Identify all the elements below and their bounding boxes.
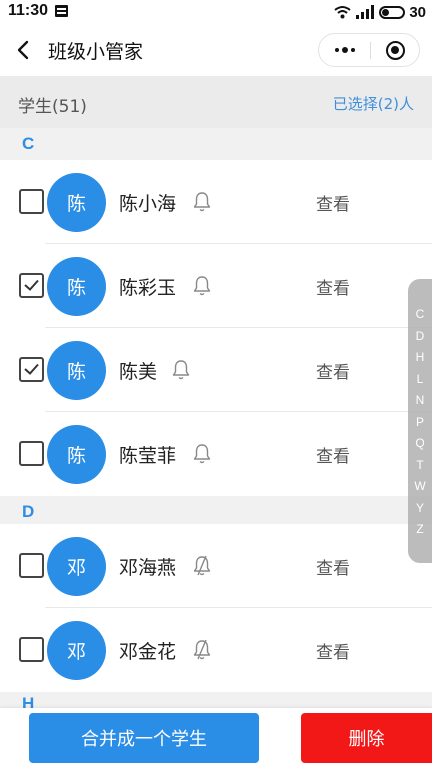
student-name: 邓金花 [119,641,177,663]
battery-icon [379,5,406,19]
select-checkbox[interactable] [19,553,44,578]
index-letter[interactable]: Y [408,498,432,520]
checkmark-icon [24,279,39,291]
index-letter[interactable]: Q [408,433,432,455]
close-mini-program-icon[interactable] [370,34,420,66]
select-checkbox[interactable] [19,637,44,662]
bell-off-icon[interactable] [192,555,212,577]
bell-icon[interactable] [192,191,212,213]
status-time: 11:30 [8,2,49,19]
select-checkbox-checked[interactable] [19,357,44,382]
student-name: 邓海燕 [119,557,177,579]
student-row[interactable]: 邓 邓海燕 查看 [0,524,432,608]
status-bar: 11:30 30 [0,0,432,24]
battery-level: 30 [409,3,426,21]
student-row[interactable]: 陈 陈莹菲 查看 [0,412,432,496]
status-right: 30 [334,2,426,22]
student-name: 陈小海 [119,193,177,215]
bell-off-icon[interactable] [192,639,212,661]
index-letter[interactable]: W [408,476,432,498]
avatar: 邓 [47,621,106,680]
bell-icon[interactable] [171,359,191,381]
select-checkbox[interactable] [19,189,44,214]
student-row[interactable]: 陈 陈美 查看 [0,328,432,412]
index-letter[interactable]: L [408,369,432,391]
view-link[interactable]: 查看 [316,638,350,663]
student-row[interactable]: 邓 邓金花 查看 [0,608,432,692]
student-name: 陈莹菲 [119,445,177,467]
mini-program-capsule [318,33,420,67]
view-link[interactable]: 查看 [316,190,350,215]
student-count-title: 学生(51) [18,97,87,117]
section-letter: C [22,134,35,153]
selected-count-link[interactable]: 已选择(2)人 [333,93,414,114]
index-letter[interactable]: D [408,326,432,348]
delete-button[interactable]: 删除 [301,713,432,763]
bell-icon[interactable] [192,443,212,465]
avatar: 陈 [47,173,106,232]
view-link[interactable]: 查看 [316,554,350,579]
avatar: 陈 [47,341,106,400]
student-row[interactable]: 陈 陈小海 查看 [0,160,432,244]
section-header-c: C [0,128,432,160]
section-letter: D [22,502,35,521]
index-letter[interactable]: H [408,347,432,369]
index-letter[interactable]: C [408,304,432,326]
index-letter[interactable]: P [408,412,432,434]
checkmark-icon [24,363,39,375]
section-letter: H [22,694,35,708]
index-letters: C D H L N P Q T W Y Z [408,304,432,541]
more-dots-icon[interactable] [319,34,370,66]
student-name: 陈彩玉 [119,277,177,299]
section-header-h: H [0,692,432,708]
merge-students-button[interactable]: 合并成一个学生 [29,713,259,763]
cellular-signal-icon [356,5,375,19]
back-arrow-icon[interactable] [10,36,38,64]
page-title: 班级小管家 [48,41,144,63]
index-letter[interactable]: Z [408,519,432,541]
view-link[interactable]: 查看 [316,274,350,299]
wifi-icon [334,6,351,19]
bottom-action-bar: 合并成一个学生 删除 [0,708,432,768]
view-link[interactable]: 查看 [316,442,350,467]
avatar: 陈 [47,257,106,316]
alphabet-index-bar[interactable]: C D H L N P Q T W Y Z [408,279,432,563]
list-header: 学生(51) 已选择(2)人 [0,76,432,128]
view-link[interactable]: 查看 [316,358,350,383]
index-letter[interactable]: N [408,390,432,412]
student-row[interactable]: 陈 陈彩玉 查看 [0,244,432,328]
select-checkbox-checked[interactable] [19,273,44,298]
index-letter[interactable]: T [408,455,432,477]
nav-bar: 班级小管家 [0,24,432,76]
avatar: 邓 [47,537,106,596]
sim-card-icon [55,5,68,17]
student-name: 陈美 [119,361,158,383]
bell-icon[interactable] [192,275,212,297]
select-checkbox[interactable] [19,441,44,466]
avatar: 陈 [47,425,106,484]
